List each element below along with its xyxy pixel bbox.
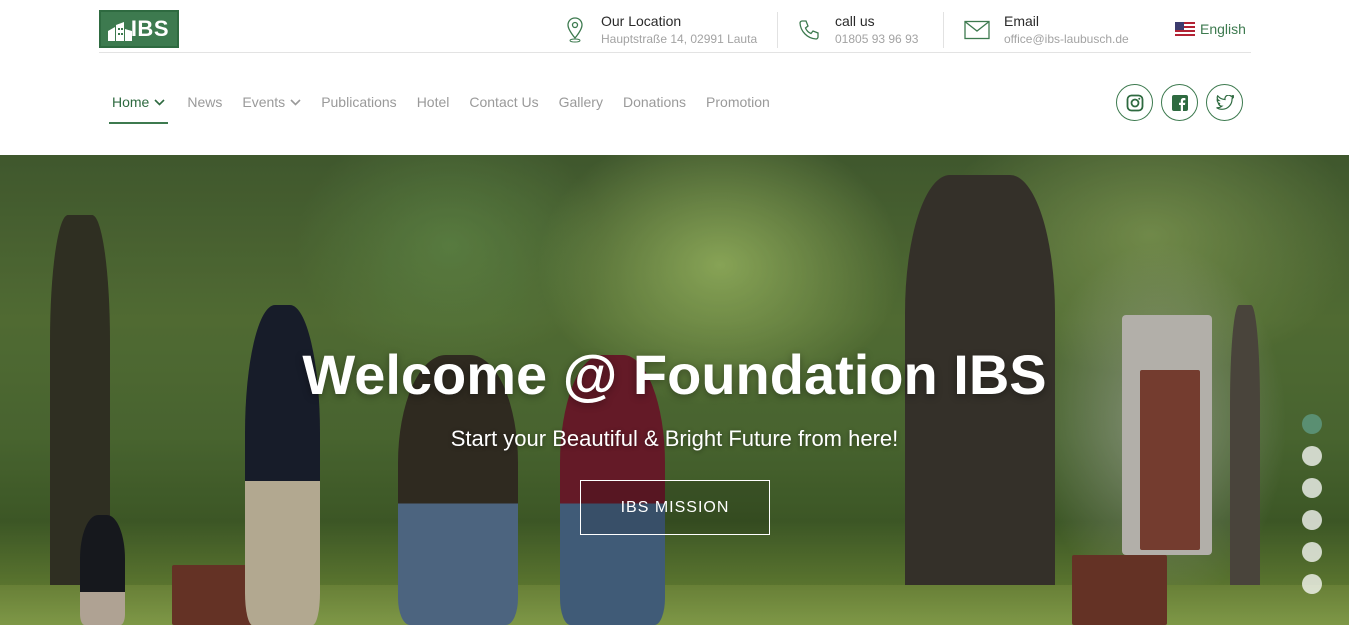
logo-text: IBS xyxy=(130,16,169,41)
nav-item-hotel[interactable]: Hotel xyxy=(417,82,450,124)
instagram-button[interactable] xyxy=(1116,84,1153,121)
facebook-icon xyxy=(1171,94,1188,111)
divider xyxy=(943,12,944,48)
nav-item-events[interactable]: Events xyxy=(242,82,301,124)
chevron-down-icon xyxy=(290,82,301,122)
phone-icon xyxy=(797,16,821,44)
email-info[interactable]: Email office@ibs-laubusch.de xyxy=(964,12,1129,48)
slider-dot[interactable] xyxy=(1302,414,1322,434)
email-value: office@ibs-laubusch.de xyxy=(1004,32,1129,46)
nav-item-label: Publications xyxy=(321,94,397,110)
location-title: Our Location xyxy=(601,13,682,29)
nav-item-label: Donations xyxy=(622,94,687,110)
slider-dot[interactable] xyxy=(1302,510,1322,530)
nav-item-label: Promotion xyxy=(706,94,770,110)
slider-dot[interactable] xyxy=(1302,542,1322,562)
nav-item-home[interactable]: Home xyxy=(109,82,169,124)
twitter-button[interactable] xyxy=(1206,84,1243,121)
location-value: Hauptstraße 14, 02991 Lauta xyxy=(601,32,758,46)
slider-dot[interactable] xyxy=(1302,446,1322,466)
slider-dot[interactable] xyxy=(1302,574,1322,594)
nav-item-gallery[interactable]: Gallery xyxy=(559,82,603,124)
facebook-button[interactable] xyxy=(1161,84,1198,121)
location-pin-icon xyxy=(563,16,587,44)
hero-subtitle: Start your Beautiful & Bright Future fro… xyxy=(450,426,899,451)
phone-info[interactable]: call us 01805 93 96 93 xyxy=(797,12,918,48)
hero-slider: Welcome @ Foundation IBS Start your Beau… xyxy=(0,155,1349,625)
building-icon xyxy=(108,22,132,41)
nav-item-news[interactable]: News xyxy=(187,82,222,124)
slider-pagination xyxy=(1302,414,1322,606)
main-nav: Home News Events Publications Hotel Cont… xyxy=(109,82,790,124)
twitter-icon xyxy=(1215,95,1234,110)
top-bar: IBS Our Location Hauptstraße 14, 02991 L… xyxy=(99,0,1251,53)
language-label: English xyxy=(1200,21,1246,37)
nav-item-contact-us[interactable]: Contact Us xyxy=(469,82,538,124)
language-selector[interactable]: English xyxy=(1175,21,1246,37)
nav-item-label: Contact Us xyxy=(469,94,539,110)
phone-value: 01805 93 96 93 xyxy=(835,32,919,46)
nav-item-label: News xyxy=(187,94,223,110)
location-info: Our Location Hauptstraße 14, 02991 Lauta xyxy=(563,12,757,48)
slider-dot[interactable] xyxy=(1302,478,1322,498)
instagram-icon xyxy=(1126,94,1143,111)
nav-item-label: Hotel xyxy=(416,94,450,110)
nav-item-label: Gallery xyxy=(558,94,603,110)
envelope-icon xyxy=(964,16,990,44)
nav-item-label: Home xyxy=(112,94,150,110)
divider xyxy=(777,12,778,48)
nav-item-promotion[interactable]: Promotion xyxy=(706,82,770,124)
us-flag-icon xyxy=(1175,22,1195,36)
email-title: Email xyxy=(1004,13,1040,29)
logo[interactable]: IBS xyxy=(99,10,179,48)
nav-item-donations[interactable]: Donations xyxy=(623,82,686,124)
nav-item-publications[interactable]: Publications xyxy=(321,82,397,124)
phone-title: call us xyxy=(835,13,875,29)
chevron-down-icon xyxy=(154,82,165,122)
hero-title: Welcome @ Foundation IBS xyxy=(302,343,1047,406)
nav-item-label: Events xyxy=(242,94,286,110)
mission-button[interactable]: IBS MISSION xyxy=(580,480,770,535)
